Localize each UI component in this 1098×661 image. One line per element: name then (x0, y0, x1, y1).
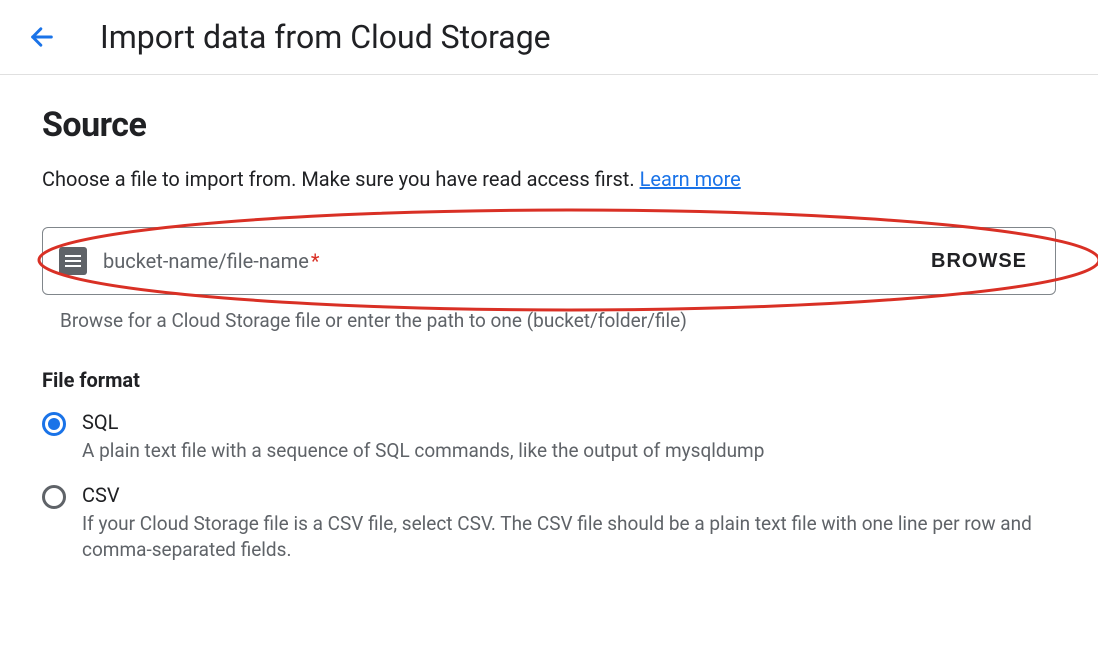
file-input-wrapper: bucket-name/file-name* BROWSE (42, 227, 1056, 295)
required-indicator: * (311, 249, 320, 273)
cloud-storage-path-input[interactable]: bucket-name/file-name* BROWSE (42, 227, 1056, 295)
file-icon (59, 247, 87, 275)
arrow-left-icon (28, 23, 56, 51)
option-csv-label: CSV (82, 483, 1056, 507)
learn-more-link[interactable]: Learn more (640, 167, 741, 191)
file-format-heading: File format (42, 368, 1056, 392)
option-csv-description: If your Cloud Storage file is a CSV file… (82, 511, 1056, 564)
source-description: Choose a file to import from. Make sure … (42, 167, 1056, 191)
page-title: Import data from Cloud Storage (100, 18, 551, 56)
radio-sql-circle[interactable] (42, 412, 66, 436)
radio-selected-dot (48, 418, 60, 430)
radio-csv-circle[interactable] (42, 485, 66, 509)
page-header: Import data from Cloud Storage (0, 0, 1098, 75)
input-placeholder: bucket-name/file-name* (103, 249, 925, 273)
source-heading: Source (42, 105, 1056, 145)
option-csv-text: CSV If your Cloud Storage file is a CSV … (82, 483, 1056, 564)
option-sql-text: SQL A plain text file with a sequence of… (82, 410, 1056, 465)
browse-button[interactable]: BROWSE (925, 249, 1033, 274)
content-area: Source Choose a file to import from. Mak… (0, 75, 1098, 606)
input-helper-text: Browse for a Cloud Storage file or enter… (60, 309, 1056, 332)
radio-option-csv[interactable]: CSV If your Cloud Storage file is a CSV … (42, 483, 1056, 564)
option-sql-description: A plain text file with a sequence of SQL… (82, 438, 1056, 465)
option-sql-label: SQL (82, 410, 1056, 434)
radio-option-sql[interactable]: SQL A plain text file with a sequence of… (42, 410, 1056, 465)
source-description-text: Choose a file to import from. Make sure … (42, 167, 640, 191)
back-arrow-button[interactable] (24, 19, 60, 55)
